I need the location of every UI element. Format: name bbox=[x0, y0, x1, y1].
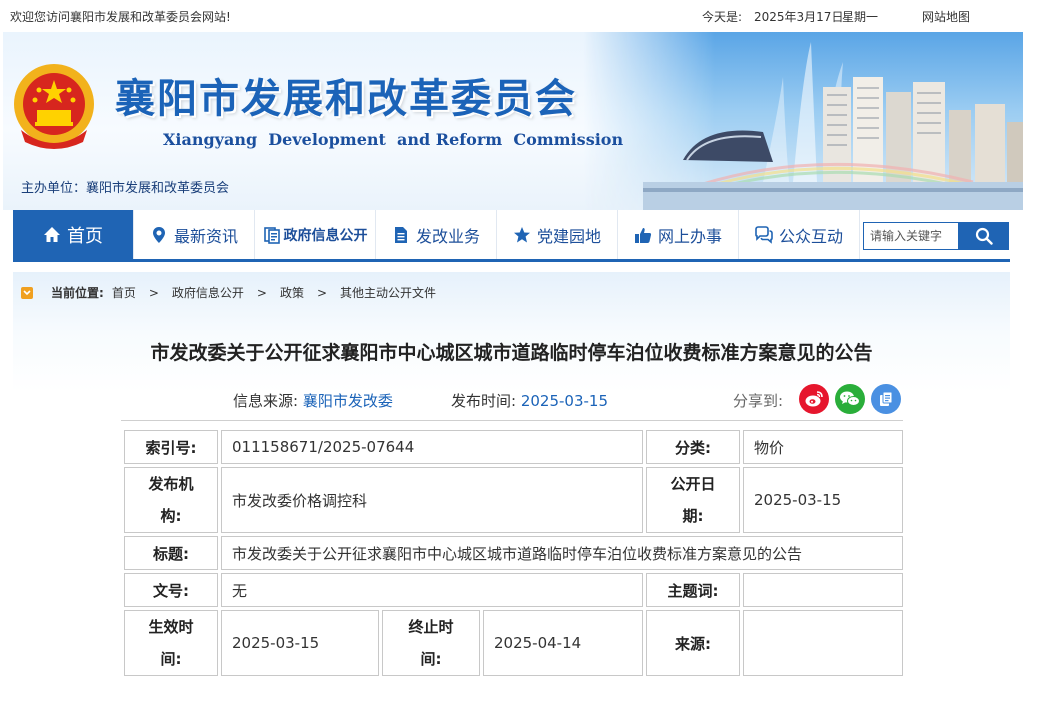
thumbs-up-icon bbox=[634, 227, 652, 243]
table-row: 生效时 间: 2025-03-15 终止时 间: 2025-04-14 来源: bbox=[124, 610, 903, 676]
info-disclosure-icon bbox=[263, 226, 280, 244]
date-meta: 发布时间: 2025-03-15 bbox=[451, 390, 608, 411]
org-value: 市发改委价格调控科 bbox=[221, 467, 643, 533]
share-label: 分享到: bbox=[733, 392, 784, 410]
nav-label-party: 党建园地 bbox=[536, 226, 601, 246]
keyword-label: 主题词: bbox=[646, 573, 740, 607]
table-row: 文号: 无 主题词: bbox=[124, 573, 903, 607]
nav-item-gov-info[interactable]: 政府信息公开 bbox=[255, 210, 376, 259]
city-skyline-image bbox=[643, 42, 1023, 210]
expire-label-line1: 终止时 bbox=[408, 618, 454, 636]
origin-label: 来源: bbox=[646, 610, 740, 676]
breadcrumb-label: 当前位置: bbox=[51, 286, 104, 300]
chat-bubbles-icon bbox=[755, 225, 773, 244]
nav-item-party[interactable]: 党建园地 bbox=[497, 210, 618, 259]
nav-label-news: 最新资讯 bbox=[173, 226, 238, 246]
pubdate-label-line1: 公开日 bbox=[670, 475, 716, 493]
weekday: 星期一 bbox=[842, 10, 879, 24]
org-label: 发布机 构: bbox=[124, 467, 218, 533]
top-bar: 欢迎您访问襄阳市发展和改革委员会网站! 今天是: 2025年3月17日 星期一 … bbox=[0, 0, 1060, 32]
category-value: 物价 bbox=[743, 430, 903, 464]
share-wechat-button[interactable] bbox=[835, 384, 865, 414]
publish-date-label: 发布时间: bbox=[451, 392, 517, 410]
table-row: 发布机 构: 市发改委价格调控科 公开日 期: 2025-03-15 bbox=[124, 467, 903, 533]
effective-label-line2: 间: bbox=[160, 650, 182, 668]
copy-document-icon bbox=[880, 391, 893, 406]
article-title: 市发改委关于公开征求襄阳市中心城区城市道路临时停车泊位收费标准方案意见的公告 bbox=[150, 342, 873, 364]
star-icon bbox=[513, 226, 530, 242]
share-weibo-button[interactable] bbox=[799, 384, 829, 414]
index-value: 011158671/2025-07644 bbox=[221, 430, 643, 464]
breadcrumb-policy[interactable]: 政策 bbox=[280, 284, 304, 301]
sitemap-link[interactable]: 网站地图 bbox=[922, 8, 970, 25]
source-meta: 信息来源: 襄阳市发改委 bbox=[233, 390, 393, 411]
title-value: 市发改委关于公开征求襄阳市中心城区城市道路临时停车泊位收费标准方案意见的公告 bbox=[221, 536, 903, 570]
pubdate-label-line2: 期: bbox=[682, 507, 704, 525]
meta-divider bbox=[121, 420, 903, 421]
docno-label: 文号: bbox=[124, 573, 218, 607]
date-label: 今天是: bbox=[702, 10, 743, 24]
origin-value bbox=[743, 610, 903, 676]
effective-label-line1: 生效时 bbox=[148, 618, 194, 636]
nav-item-news[interactable]: 最新资讯 bbox=[134, 210, 255, 259]
nav-label-interaction: 公众互动 bbox=[778, 226, 843, 246]
expire-label: 终止时 间: bbox=[382, 610, 480, 676]
breadcrumb-separator: > bbox=[316, 285, 328, 300]
site-title-en: Xiangyang Development and Reform Commiss… bbox=[163, 130, 624, 149]
nav-label-home: 首页 bbox=[67, 225, 103, 247]
effective-label: 生效时 间: bbox=[124, 610, 218, 676]
location-pin-icon bbox=[152, 226, 165, 243]
expire-label-line2: 间: bbox=[420, 650, 442, 668]
source-label: 信息来源: bbox=[233, 392, 299, 410]
breadcrumb: 当前位置: 首页 > 政府信息公开 > 政策 > 其他主动公开文件 bbox=[21, 284, 436, 301]
content-area: 当前位置: 首页 > 政府信息公开 > 政策 > 其他主动公开文件 市发改委关于… bbox=[13, 272, 1010, 712]
search-input[interactable] bbox=[863, 222, 959, 250]
expire-value: 2025-04-14 bbox=[483, 610, 643, 676]
pubdate-value: 2025-03-15 bbox=[743, 467, 903, 533]
org-label-line2: 构: bbox=[160, 507, 182, 525]
breadcrumb-other-docs[interactable]: 其他主动公开文件 bbox=[340, 284, 436, 301]
nav-item-home[interactable]: 首页 bbox=[13, 210, 134, 259]
search-icon bbox=[975, 227, 993, 245]
nav-label-gov-info: 政府信息公开 bbox=[283, 227, 368, 244]
index-label: 索引号: bbox=[124, 430, 218, 464]
date-value: 2025年3月17日 bbox=[754, 10, 844, 24]
table-row: 标题: 市发改委关于公开征求襄阳市中心城区城市道路临时停车泊位收费标准方案意见的… bbox=[124, 536, 903, 570]
weibo-icon bbox=[805, 391, 823, 407]
sponsor-text: 主办单位：襄阳市发展和改革委员会 bbox=[21, 181, 230, 196]
category-label: 分类: bbox=[646, 430, 740, 464]
nav-item-online-service[interactable]: 网上办事 bbox=[618, 210, 739, 259]
nav-label-business: 发改业务 bbox=[415, 226, 480, 246]
keyword-value bbox=[743, 573, 903, 607]
national-emblem-icon bbox=[14, 64, 94, 149]
search-button[interactable] bbox=[959, 222, 1009, 250]
main-nav: 首页 最新资讯 政府信息公开 发改业务 党建园地 网上办事 公众互动 bbox=[13, 210, 1010, 262]
title-label: 标题: bbox=[124, 536, 218, 570]
welcome-text: 欢迎您访问襄阳市发展和改革委员会网站! bbox=[10, 10, 231, 24]
site-title-cn: 襄阳市发展和改革委员会 bbox=[115, 76, 577, 122]
info-table: 索引号: 011158671/2025-07644 分类: 物价 发布机 构: … bbox=[121, 427, 906, 679]
table-row: 索引号: 011158671/2025-07644 分类: 物价 bbox=[124, 430, 903, 464]
breadcrumb-home[interactable]: 首页 bbox=[112, 284, 136, 301]
nav-item-business[interactable]: 发改业务 bbox=[376, 210, 497, 259]
nav-item-interaction[interactable]: 公众互动 bbox=[739, 210, 860, 259]
org-label-line1: 发布机 bbox=[148, 475, 194, 493]
wechat-icon bbox=[840, 391, 860, 406]
breadcrumb-separator: > bbox=[148, 285, 159, 300]
publish-date-value: 2025-03-15 bbox=[520, 392, 609, 410]
docno-value: 无 bbox=[221, 573, 643, 607]
pubdate-label: 公开日 期: bbox=[646, 467, 740, 533]
breadcrumb-gov-info[interactable]: 政府信息公开 bbox=[172, 284, 244, 301]
source-value: 襄阳市发改委 bbox=[302, 392, 393, 410]
document-icon bbox=[394, 226, 407, 243]
site-banner: 襄阳市发展和改革委员会 Xiangyang Development and Re… bbox=[3, 32, 1023, 210]
breadcrumb-separator: > bbox=[256, 285, 267, 300]
home-icon bbox=[44, 226, 60, 242]
nav-label-online-service: 网上办事 bbox=[657, 226, 722, 246]
location-marker-icon bbox=[21, 286, 33, 299]
effective-value: 2025-03-15 bbox=[221, 610, 379, 676]
share-copy-button[interactable] bbox=[871, 384, 901, 414]
